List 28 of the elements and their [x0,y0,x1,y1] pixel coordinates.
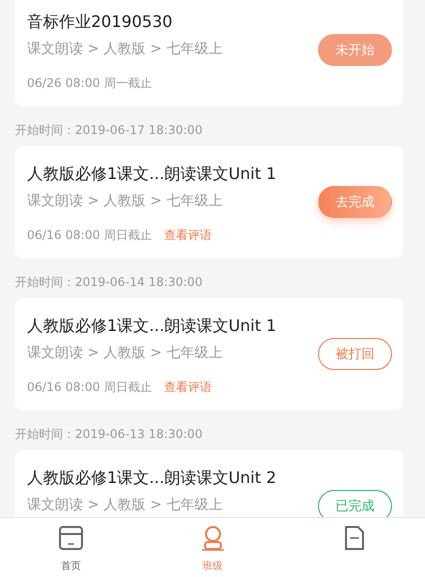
status-button[interactable]: 去完成 [318,186,392,218]
status-button[interactable]: 未开始 [318,34,392,66]
task-path: 课文朗读 > 人教版 > 七年级上 [27,40,224,59]
nav-tab[interactable]: 班级 [142,518,284,577]
view-comments-link[interactable]: 查看评语 [164,380,212,394]
nav-tab[interactable]: 首页 [0,518,142,577]
task-card[interactable]: 人教版必修1课文...朗读课文Unit 2 课文朗读 > 人教版 > 七年级上 已完成 [15,450,403,517]
person-icon [200,525,226,551]
view-comments-link[interactable]: 查看评语 [164,228,212,242]
start-time: 开始时间：2019-06-13 18:30:00 [15,426,204,443]
task-title: 人教版必修1课文...朗读课文Unit 1 [27,315,278,337]
status-button[interactable]: 被打回 [318,338,392,370]
task-card[interactable]: 人教版必修1课文...朗读课文Unit 1 课文朗读 > 人教版 > 七年级上 06/16 08:00 周日截止 查看评语 去完成 [15,146,403,258]
task-title: 音标作业20190530 [27,11,174,33]
task-path: 课文朗读 > 人教版 > 七年级上 [27,192,224,211]
task-card[interactable]: 音标作业20190530 课文朗读 > 人教版 > 七年级上 06/26 08:00 周一截止 未开始 [15,0,403,106]
task-card[interactable]: 人教版必修1课文...朗读课文Unit 1 课文朗读 > 人教版 > 七年级上 06/16 08:00 周日截止 查看评语 被打回 [15,298,403,410]
start-time: 开始时间：2019-06-17 18:30:00 [15,122,204,139]
status-button[interactable]: 已完成 [318,490,392,517]
start-time: 开始时间：2019-06-14 18:30:00 [15,274,204,291]
task-path: 课文朗读 > 人教版 > 七年级上 [27,496,224,515]
deadline-text: 06/16 08:00 周日截止 [27,380,152,394]
deadline-text: 06/26 08:00 周一截止 [27,76,152,90]
box-icon [58,525,84,551]
task-title: 人教版必修1课文...朗读课文Unit 1 [27,163,278,185]
task-path: 课文朗读 > 人教版 > 七年级上 [27,344,224,363]
task-title: 人教版必修1课文...朗读课文Unit 2 [27,467,278,489]
deadline-text: 06/16 08:00 周日截止 [27,228,152,242]
